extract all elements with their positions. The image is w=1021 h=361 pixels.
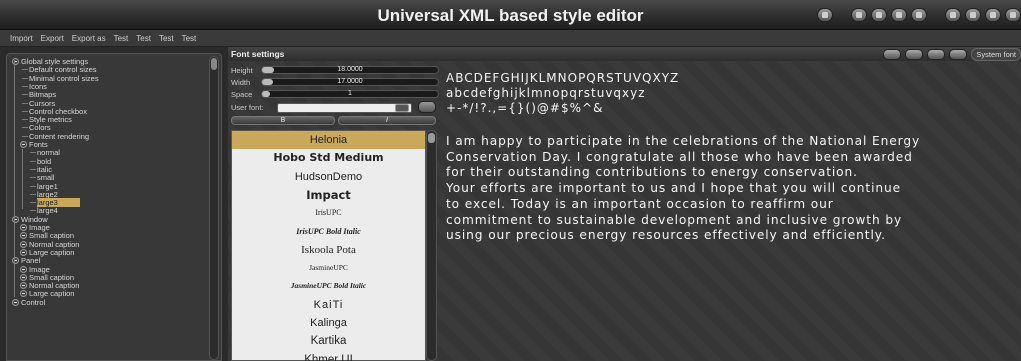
menu-export[interactable]: Export: [37, 30, 68, 46]
paste-icon[interactable]: [871, 8, 887, 22]
font-list-item[interactable]: HudsonDemo: [232, 168, 425, 186]
font-settings-header: Font settings System font: [228, 47, 1021, 61]
space-slider[interactable]: 1: [261, 90, 439, 98]
preview-paragraph-line: commitment to sustainable development an…: [446, 212, 903, 227]
preview-paragraph-line: to excel. Today is an important occasion…: [446, 196, 834, 211]
font-list-scroll-thumb[interactable]: [428, 133, 435, 143]
height-value: 18.0000: [337, 66, 363, 73]
save-icon[interactable]: [949, 49, 968, 60]
eye-icon[interactable]: [817, 8, 833, 22]
font-list[interactable]: Helonia Hobo Std Medium HudsonDemo Impact Ir…: [231, 130, 426, 361]
keyboard-icon[interactable]: [395, 104, 409, 112]
expand-icon[interactable]: [20, 224, 27, 231]
save-icon[interactable]: [911, 8, 927, 22]
font-list-item[interactable]: Iskoola Pota: [232, 241, 425, 259]
copy-icon[interactable]: [883, 49, 902, 60]
font-list-item[interactable]: JasmineUPC Bold Italic: [232, 277, 425, 295]
tree-scroll-thumb[interactable]: [211, 58, 217, 70]
width-value: 17.0000: [337, 78, 363, 85]
title-bar: Universal XML based style editor: [0, 0, 1021, 30]
font-list-item[interactable]: Kartika: [232, 332, 425, 350]
height-slider[interactable]: 18.0000: [261, 66, 439, 74]
expand-icon[interactable]: [20, 232, 27, 240]
space-label: Space: [231, 90, 253, 99]
copy-icon[interactable]: [851, 8, 867, 22]
font-list-item[interactable]: Impact: [232, 186, 425, 204]
font-list-item[interactable]: IrisUPC: [232, 204, 425, 222]
preview-paragraph-line: Conservation Day. I congratulate all tho…: [446, 149, 913, 164]
menu-import[interactable]: Import: [6, 30, 37, 46]
preview-paragraph-line: for their outstanding contributions to e…: [446, 165, 858, 180]
expand-icon[interactable]: [20, 282, 27, 290]
tree-scrollbar[interactable]: [209, 56, 219, 360]
italic-button[interactable]: I: [338, 116, 436, 125]
width-label: Width: [231, 78, 251, 87]
paste-icon[interactable]: [905, 49, 924, 60]
expand-icon[interactable]: [20, 265, 27, 273]
preview-symbols: +-*/!?.,={}()@#$%^&: [446, 101, 604, 115]
preview-paragraph-line: using our precious energy resources effe…: [446, 228, 886, 243]
menu-test[interactable]: Test: [178, 30, 201, 46]
open-icon[interactable]: [891, 8, 907, 22]
bold-button[interactable]: B: [231, 116, 335, 125]
space-value: 1: [348, 90, 352, 97]
maximize-icon[interactable]: [985, 8, 1001, 22]
menu-test[interactable]: Test: [155, 30, 178, 46]
font-list-item[interactable]: Kalinga: [232, 314, 425, 332]
font-list-item[interactable]: Khmer UI: [232, 351, 425, 361]
menu-test[interactable]: Test: [110, 30, 133, 46]
help-icon[interactable]: [945, 8, 961, 22]
user-font-label: User font:: [231, 103, 264, 112]
minimize-icon[interactable]: [965, 8, 981, 22]
expand-icon[interactable]: [20, 240, 27, 248]
tree-item[interactable]: Control: [21, 298, 45, 307]
panel-title: Font settings: [231, 49, 285, 59]
preview-paragraph-line: I am happy to participate in the celebra…: [446, 134, 921, 148]
preview-paragraph-line: Your efforts are important to us and I h…: [446, 181, 902, 196]
font-list-item[interactable]: IrisUPC Bold Italic: [232, 223, 425, 241]
font-list-scrollbar[interactable]: [426, 130, 437, 361]
expand-icon[interactable]: [12, 298, 19, 306]
style-tree[interactable]: Global style settings Default control siz…: [6, 53, 222, 361]
close-icon[interactable]: [1005, 8, 1021, 22]
expand-icon[interactable]: [20, 141, 27, 148]
menu-bar: Import Export Export as Test Test Test T…: [0, 30, 1021, 47]
expand-icon[interactable]: [20, 248, 27, 256]
menu-test[interactable]: Test: [132, 30, 155, 46]
width-slider[interactable]: 17.0000: [261, 78, 439, 86]
open-icon[interactable]: [927, 49, 946, 60]
preview-lowercase: abcdefghijklmnopqrstuvqxyz: [446, 86, 646, 100]
preview-uppercase: ABCDEFGHIJKLMNOPQRSTUVQXYZ: [446, 71, 680, 85]
font-list-item[interactable]: JasmineUPC: [232, 259, 425, 277]
user-font-input[interactable]: [277, 103, 412, 113]
font-list-item[interactable]: KaiTi: [232, 296, 425, 314]
font-list-item[interactable]: Hobo Std Medium: [232, 149, 425, 167]
folder-icon[interactable]: [418, 101, 436, 113]
system-font-button[interactable]: System font: [971, 48, 1021, 61]
font-list-item[interactable]: Helonia: [232, 131, 425, 150]
menu-export-as[interactable]: Export as: [68, 30, 110, 46]
title-bar-icons: [817, 8, 1021, 22]
font-settings-panel: Font settings System font Height 18.0000…: [228, 47, 1021, 361]
expand-icon[interactable]: [20, 273, 27, 281]
height-label: Height: [231, 66, 253, 75]
expand-icon[interactable]: [20, 290, 27, 298]
